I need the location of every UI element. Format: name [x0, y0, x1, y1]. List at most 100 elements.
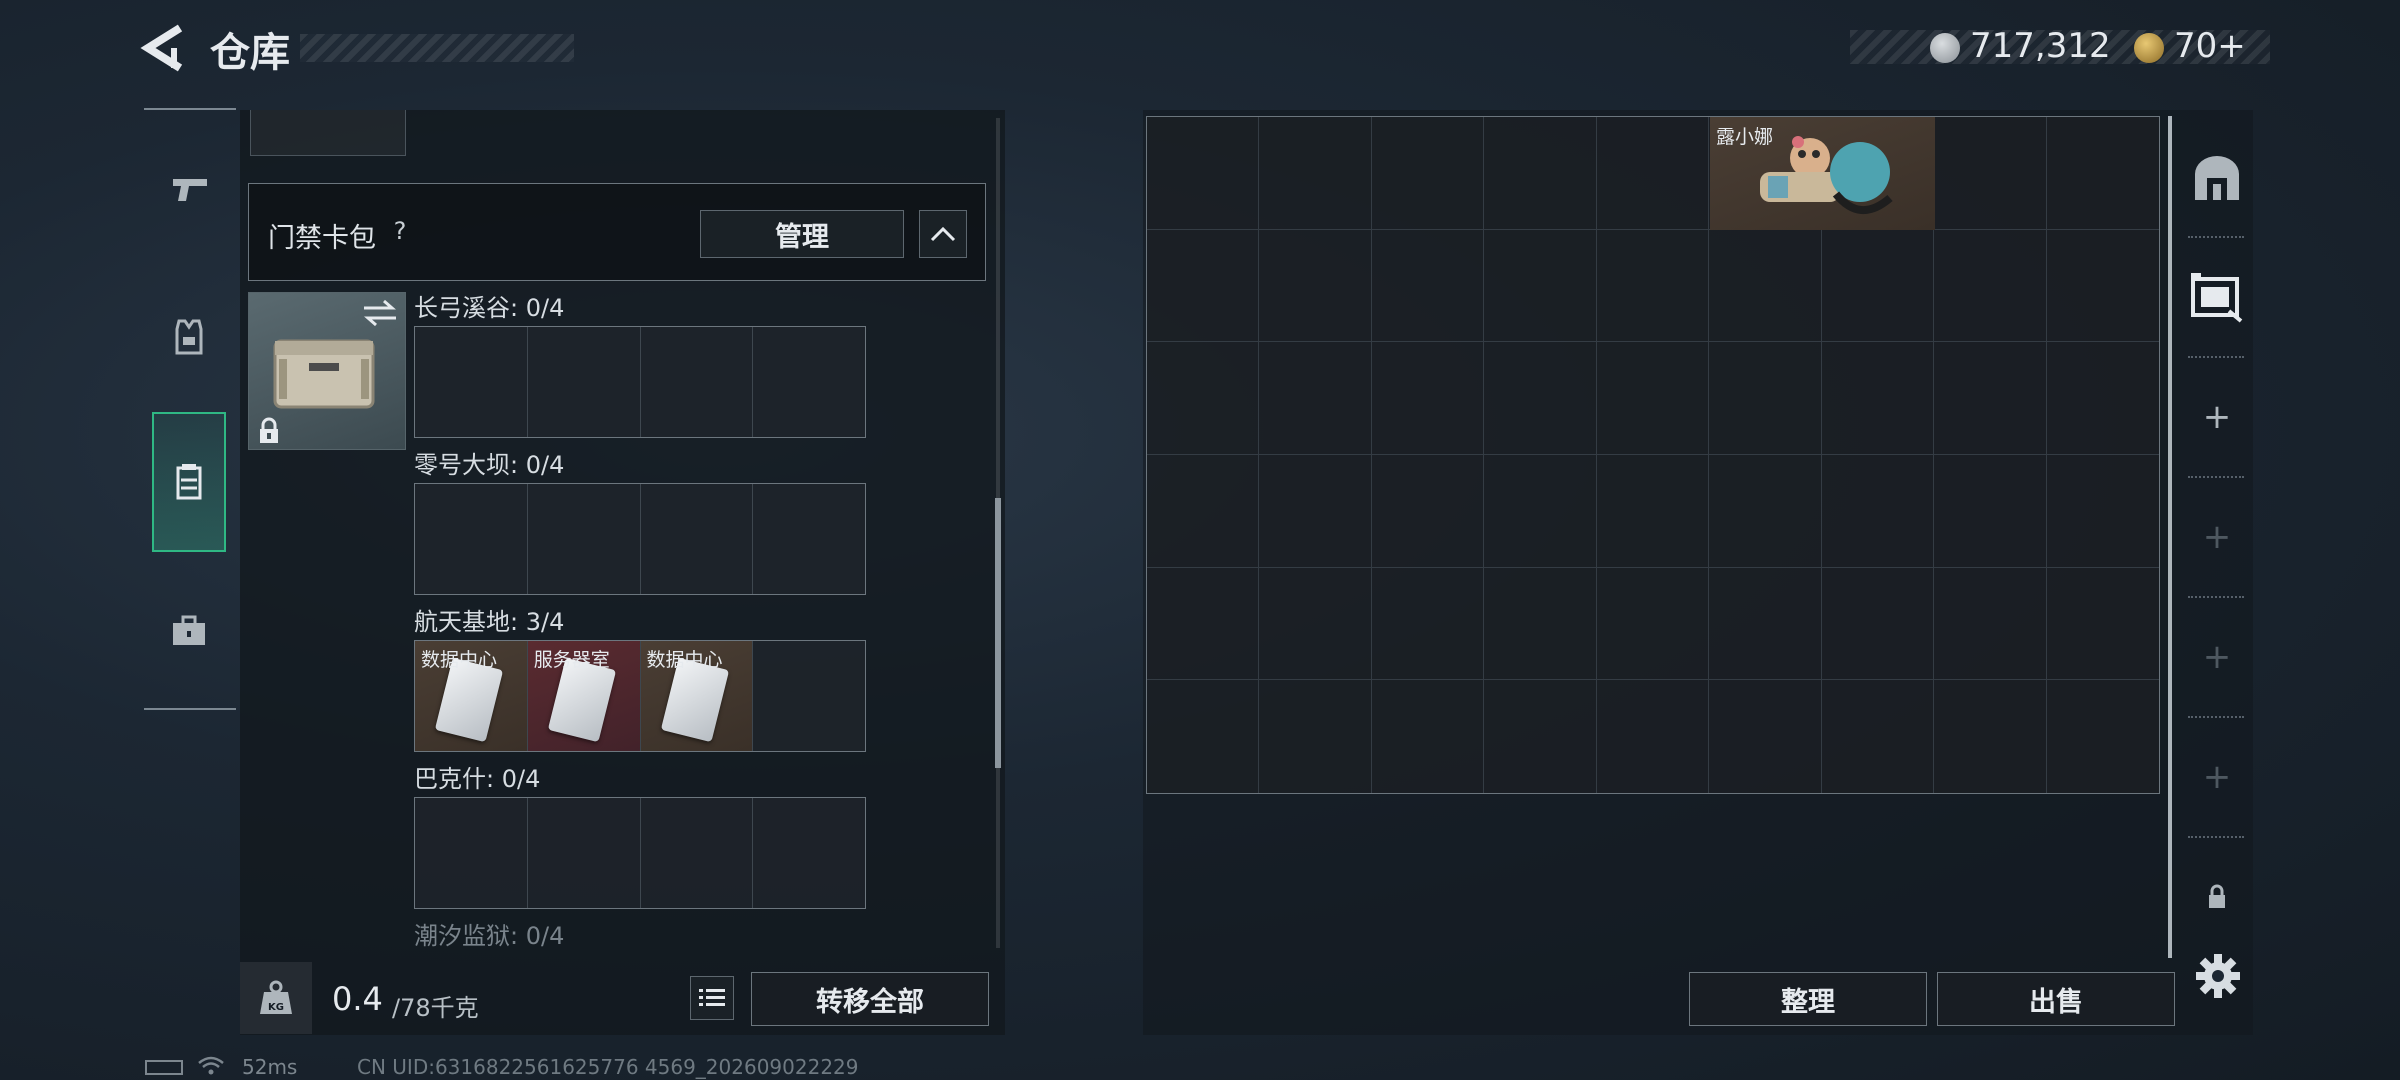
storage-cell[interactable]	[1484, 680, 1597, 793]
keycard-slot[interactable]	[753, 798, 865, 908]
keycard-slot[interactable]	[753, 641, 865, 751]
storage-cell[interactable]	[1596, 680, 1710, 793]
storage-cell[interactable]	[1147, 567, 1260, 681]
tab-items[interactable]	[152, 588, 226, 674]
storage-cell[interactable]	[1259, 229, 1372, 343]
keycard-slot-filled[interactable]: 数据中心	[415, 641, 528, 751]
keycard-slot[interactable]	[527, 798, 641, 908]
storage-cell[interactable]	[1709, 680, 1822, 793]
keycard-slot[interactable]	[415, 327, 528, 437]
storage-cell[interactable]	[1147, 342, 1260, 455]
tab-keycards[interactable]	[152, 412, 226, 552]
storage-cell[interactable]	[1934, 117, 2047, 230]
pistol-icon	[173, 179, 207, 201]
storage-cell[interactable]	[1371, 680, 1485, 793]
storage-cell[interactable]	[1259, 567, 1372, 681]
storage-cell[interactable]	[1147, 117, 1260, 230]
toolbox-icon	[173, 615, 205, 645]
currency-primary-value: 717,312	[1970, 26, 2111, 66]
storage-cell[interactable]	[1147, 680, 1260, 793]
sell-button[interactable]: 出售	[1937, 972, 2175, 1026]
tab-storage-main[interactable]	[2182, 144, 2252, 214]
storage-cell[interactable]	[1934, 680, 2047, 793]
storage-cell[interactable]	[2046, 229, 2159, 343]
currency-secondary-value[interactable]: 70+	[2174, 26, 2246, 66]
transfer-all-button[interactable]: 转移全部	[751, 972, 989, 1026]
add-storage-tab-disabled[interactable]: +	[2182, 502, 2252, 572]
storage-cell[interactable]	[2046, 342, 2159, 455]
tab-weapons[interactable]	[152, 146, 226, 232]
storage-cell[interactable]	[1709, 342, 1822, 455]
storage-cell[interactable]	[1259, 117, 1372, 230]
storage-cell[interactable]	[1371, 567, 1485, 681]
keycard-slot[interactable]	[415, 484, 528, 594]
storage-scrollbar[interactable]	[2168, 116, 2172, 958]
storage-cell[interactable]	[1484, 454, 1597, 568]
keycard-slot[interactable]	[640, 798, 754, 908]
keycard-slot[interactable]	[640, 484, 754, 594]
previous-item-thumbnail[interactable]	[250, 110, 406, 156]
storage-cell[interactable]	[1821, 567, 1935, 681]
storage-cell[interactable]	[1147, 454, 1260, 568]
storage-cell[interactable]	[1821, 454, 1935, 568]
sort-button[interactable]: 整理	[1689, 972, 1927, 1026]
storage-cell[interactable]	[1596, 454, 1710, 568]
storage-cell[interactable]	[1821, 342, 1935, 455]
storage-cell[interactable]	[1709, 567, 1822, 681]
collapse-button[interactable]	[919, 210, 967, 258]
list-icon	[699, 989, 725, 1006]
storage-cell[interactable]	[1371, 342, 1485, 455]
tab-divider	[2188, 356, 2244, 358]
storage-cell[interactable]	[2046, 454, 2159, 568]
add-storage-tab-disabled[interactable]: +	[2182, 622, 2252, 692]
storage-cell[interactable]	[2046, 567, 2159, 681]
keycard-slot[interactable]	[527, 327, 641, 437]
keycard-slot[interactable]	[527, 484, 641, 594]
storage-cell[interactable]	[1596, 117, 1710, 230]
storage-cell[interactable]	[1259, 454, 1372, 568]
help-icon[interactable]: ?	[385, 214, 415, 248]
add-icon: +	[2202, 397, 2232, 437]
storage-cell[interactable]	[1821, 229, 1935, 343]
storage-cell[interactable]	[1596, 567, 1710, 681]
keycard-slot-filled[interactable]: 数据中心	[640, 641, 754, 751]
back-button[interactable]	[140, 22, 190, 74]
storage-cell[interactable]	[1709, 454, 1822, 568]
storage-cell[interactable]	[2046, 680, 2159, 793]
storage-cell[interactable]	[1934, 229, 2047, 343]
storage-cell[interactable]	[1821, 680, 1935, 793]
settings-button[interactable]	[2194, 952, 2242, 1000]
keycard-slot[interactable]	[640, 327, 754, 437]
add-storage-tab-disabled[interactable]: +	[2182, 742, 2252, 812]
storage-cell[interactable]	[1709, 229, 1822, 343]
storage-cell[interactable]	[1371, 454, 1485, 568]
tab-equipment[interactable]	[152, 294, 226, 380]
premium-coin-icon[interactable]	[2134, 33, 2164, 63]
storage-cell[interactable]	[2046, 117, 2159, 230]
storage-cell[interactable]	[1596, 342, 1710, 455]
keycard-slot[interactable]	[753, 327, 865, 437]
keycard-slot[interactable]	[415, 798, 528, 908]
add-storage-tab[interactable]: +	[2182, 382, 2252, 452]
storage-cell[interactable]	[1596, 229, 1710, 343]
storage-cell[interactable]	[1484, 117, 1597, 230]
storage-cell[interactable]	[1147, 229, 1260, 343]
tab-storage-container[interactable]	[2182, 262, 2252, 332]
storage-cell[interactable]	[1371, 229, 1485, 343]
keycard-slot[interactable]	[753, 484, 865, 594]
list-view-button[interactable]	[690, 976, 734, 1020]
storage-cell[interactable]	[1484, 567, 1597, 681]
storage-cell[interactable]	[1259, 680, 1372, 793]
keycard-slot-filled[interactable]: 服务器室	[527, 641, 641, 751]
storage-cell[interactable]	[1934, 454, 2047, 568]
storage-cell[interactable]	[1934, 342, 2047, 455]
swap-icon[interactable]	[360, 296, 400, 330]
storage-cell[interactable]	[1371, 117, 1485, 230]
storage-cell[interactable]	[1484, 229, 1597, 343]
manage-button[interactable]: 管理	[700, 210, 904, 258]
storage-cell[interactable]	[1484, 342, 1597, 455]
locked-storage-tab[interactable]	[2182, 862, 2252, 932]
storage-cell[interactable]	[1259, 342, 1372, 455]
scrollbar-thumb[interactable]	[995, 498, 1001, 768]
storage-cell[interactable]	[1934, 567, 2047, 681]
